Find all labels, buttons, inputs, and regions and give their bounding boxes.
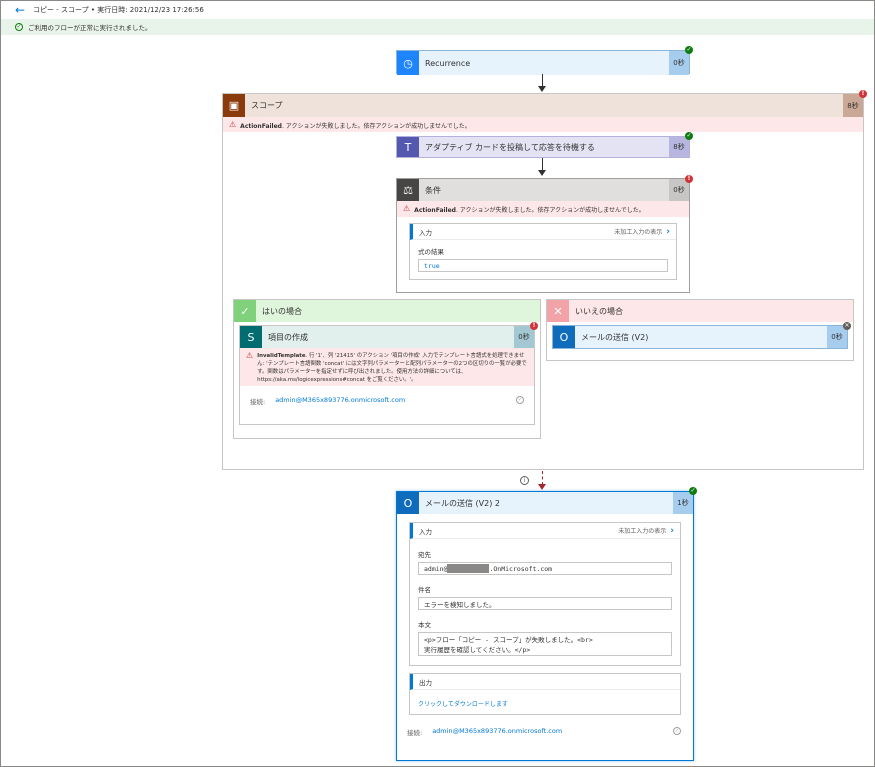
- teams-icon: T: [397, 137, 419, 157]
- warning-icon: ⚠: [229, 120, 237, 129]
- arrow-down-icon: [538, 484, 546, 490]
- banner-text: ご利用のフローが正常に実行されました。: [28, 24, 152, 32]
- success-badge-icon: ✓: [689, 487, 697, 495]
- send-mail-title: メールの送信 (V2) 2: [425, 498, 500, 508]
- clock-icon: ◷: [397, 51, 419, 75]
- connection-link[interactable]: admin@M365x893776.onmicrosoft.com: [432, 727, 562, 735]
- condition-input-section: 入力 未加工入力の表示 › 式の結果 true: [409, 223, 677, 280]
- condition-icon: ⚖: [397, 179, 419, 201]
- body-value: <p>フロー「コピー - スコープ」が失敗しました。<br> 実行履歴を確認して…: [418, 632, 672, 656]
- top-bar: ← コピー - スコープ • 実行日時: 2021/12/23 17:26:56: [1, 1, 874, 19]
- arrow-down-icon: [538, 86, 546, 92]
- recurrence-duration: 0秒: [669, 51, 689, 75]
- raw-input-link[interactable]: 未加工入力の表示 ›: [614, 227, 670, 237]
- create-item-title: 項目の作成: [268, 332, 308, 342]
- yes-branch-title: はいの場合: [262, 306, 302, 316]
- sharepoint-icon: S: [240, 326, 262, 348]
- teams-duration: 8秒: [669, 137, 689, 157]
- send-mail-card[interactable]: O メールの送信 (V2) 2 1秒 入力 未加工入力の表示 › 宛先 admin…: [396, 487, 697, 761]
- outlook-icon: O: [397, 492, 419, 514]
- check-circle-icon: ✓: [673, 727, 681, 735]
- error-badge-icon: !: [685, 175, 693, 183]
- no-branch-title: いいえの場合: [575, 306, 623, 316]
- info-icon[interactable]: i: [520, 476, 529, 485]
- connection-link[interactable]: admin@M365x893776.onmicrosoft.com: [275, 396, 405, 404]
- download-link[interactable]: クリックしてダウンロードします: [410, 690, 680, 708]
- chevron-right-icon: ›: [666, 226, 670, 237]
- scope-title: スコープ: [251, 101, 283, 110]
- recurrence-title: Recurrence: [419, 51, 669, 75]
- condition-card[interactable]: ⚖ 条件 0秒 ⚠ ActionFailed. アクションが失敗しました。依存ア…: [396, 175, 693, 293]
- send-mail-skipped-title: メールの送信 (V2): [581, 332, 649, 342]
- success-badge-icon: ✓: [685, 46, 693, 54]
- warning-icon: ⚠: [403, 204, 411, 213]
- condition-error: ⚠ ActionFailed. アクションが失敗しました。依存アクションが成功し…: [397, 201, 689, 217]
- to-label: 宛先: [418, 551, 431, 559]
- arrow-down-icon: [538, 170, 546, 176]
- body-label: 本文: [418, 621, 431, 629]
- mail-output-header: 出力: [410, 674, 680, 690]
- error-badge-icon: !: [859, 90, 867, 98]
- back-arrow-icon[interactable]: ←: [15, 4, 25, 16]
- to-value: admin@ .OnMicrosoft.com: [418, 562, 672, 575]
- mail-output-section: 出力 クリックしてダウンロードします: [409, 673, 681, 715]
- raw-input-link[interactable]: 未加工入力の表示 ›: [618, 526, 674, 536]
- check-circle-icon: ✓: [516, 396, 524, 404]
- create-item-error: ⚠ InvalidTemplate. 行 '1'、列 '21415' のアクショ…: [240, 348, 534, 386]
- dashed-connector: [542, 471, 543, 485]
- success-badge-icon: ✓: [685, 132, 693, 140]
- expr-value: true: [418, 259, 668, 272]
- send-mail-duration: 1秒: [673, 492, 693, 514]
- chevron-right-icon: ›: [670, 525, 674, 536]
- expr-label: 式の結果: [418, 248, 444, 256]
- mail-input-header: 入力 未加工入力の表示 ›: [410, 523, 680, 539]
- create-item-card[interactable]: S 項目の作成 0秒 ⚠ InvalidTemplate. 行 '1'、列 '2…: [239, 322, 538, 425]
- scope-icon: ▣: [223, 94, 245, 117]
- close-icon: ✕: [547, 300, 569, 322]
- subject-value: エラーを検知しました。: [418, 597, 672, 610]
- outlook-icon: O: [553, 326, 575, 348]
- recurrence-card[interactable]: ◷ Recurrence 0秒 ✓: [396, 46, 693, 75]
- check-circle-icon: ✓: [15, 23, 23, 31]
- mail-input-section: 入力 未加工入力の表示 › 宛先 admin@ .OnMicrosoft.com …: [409, 522, 681, 666]
- mail-connection: 接続: admin@M365x893776.onmicrosoft.com ✓: [407, 727, 681, 737]
- create-item-connection: 接続: admin@M365x893776.onmicrosoft.com ✓: [250, 396, 524, 406]
- teams-card[interactable]: T アダプティブ カードを投稿して応答を待機する 8秒 ✓: [396, 132, 693, 158]
- teams-title: アダプティブ カードを投稿して応答を待機する: [425, 142, 595, 152]
- check-icon: ✓: [234, 300, 256, 322]
- warning-icon: ⚠: [246, 351, 254, 360]
- page-title: コピー - スコープ • 実行日時: 2021/12/23 17:26:56: [33, 6, 204, 14]
- redacted-block: [447, 564, 490, 573]
- condition-title: 条件: [425, 185, 441, 195]
- skipped-badge-icon: ✕: [843, 322, 851, 330]
- send-mail-skipped-card[interactable]: O メールの送信 (V2) 0秒 ✕: [552, 322, 851, 349]
- scope-error: ⚠ ActionFailed. アクションが失敗しました。依存アクションが成功し…: [223, 117, 863, 132]
- success-banner: ✓ ご利用のフローが正常に実行されました。: [1, 19, 874, 35]
- subject-label: 件名: [418, 586, 431, 594]
- condition-input-header: 入力 未加工入力の表示 ›: [410, 224, 676, 240]
- error-badge-icon: !: [530, 322, 538, 330]
